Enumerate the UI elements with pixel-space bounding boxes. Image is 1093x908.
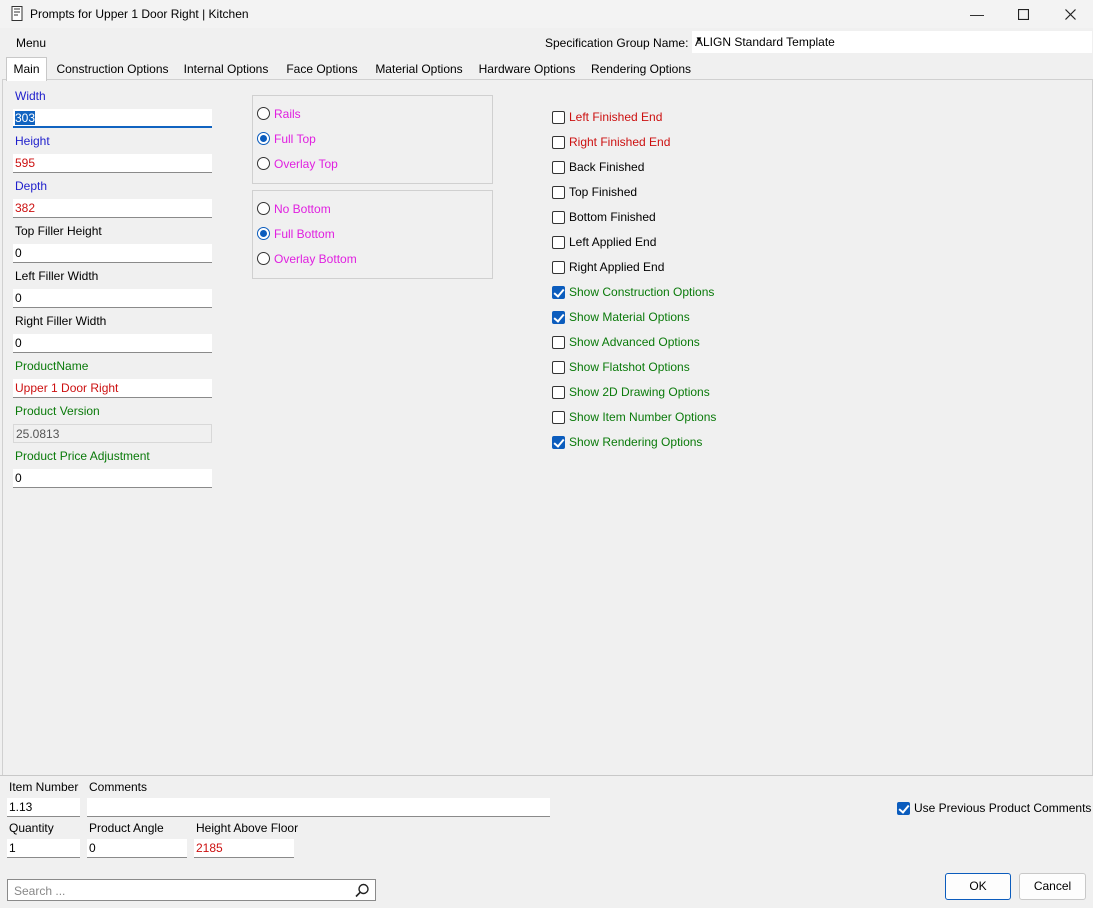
depth-input[interactable]: 382 bbox=[13, 199, 212, 218]
radio-full-top[interactable] bbox=[257, 132, 270, 145]
checkbox-top-finished-label[interactable]: Top Finished bbox=[569, 185, 637, 199]
radio-overlay-top[interactable] bbox=[257, 157, 270, 170]
radio-overlay-bottom[interactable] bbox=[257, 252, 270, 265]
spec-group-select[interactable]: ALIGN Standard Template ▼ bbox=[692, 31, 1092, 53]
checkbox-show-material-options[interactable] bbox=[552, 311, 565, 324]
left-filler-width-input[interactable]: 0 bbox=[13, 289, 212, 308]
width-input[interactable]: 303 bbox=[13, 109, 212, 128]
checkbox-show-item-number-options-label[interactable]: Show Item Number Options bbox=[569, 410, 716, 424]
checkbox-left-finished-end[interactable] bbox=[552, 111, 565, 124]
product-name-label: ProductName bbox=[15, 359, 89, 373]
checkbox-right-finished-end-label[interactable]: Right Finished End bbox=[569, 135, 670, 149]
checkbox-show-rendering-options[interactable] bbox=[552, 436, 565, 449]
right-filler-width-input[interactable]: 0 bbox=[13, 334, 212, 353]
spec-group-label: Specification Group Name: bbox=[545, 36, 689, 50]
app-icon bbox=[11, 6, 23, 21]
radio-overlay-top-label[interactable]: Overlay Top bbox=[274, 157, 338, 171]
minimize-button[interactable]: — bbox=[954, 0, 1000, 28]
radio-full-bottom[interactable] bbox=[257, 227, 270, 240]
checkbox-show-material-options-label[interactable]: Show Material Options bbox=[569, 310, 690, 324]
height-above-floor-label: Height Above Floor bbox=[196, 821, 299, 835]
height-input[interactable]: 595 bbox=[13, 154, 212, 173]
top-filler-height-label: Top Filler Height bbox=[15, 224, 102, 238]
left-filler-width-label: Left Filler Width bbox=[15, 269, 99, 283]
quantity-label: Quantity bbox=[9, 821, 54, 835]
comments-input[interactable] bbox=[87, 798, 550, 817]
radio-rails[interactable] bbox=[257, 107, 270, 120]
height-label: Height bbox=[15, 134, 50, 148]
tab-hardware-options[interactable]: Hardware Options bbox=[476, 60, 578, 79]
bottom-separator bbox=[0, 775, 1093, 776]
product-angle-label: Product Angle bbox=[89, 821, 164, 835]
checkbox-bottom-finished-label[interactable]: Bottom Finished bbox=[569, 210, 656, 224]
menu-item[interactable]: Menu bbox=[16, 36, 46, 50]
radio-overlay-bottom-label[interactable]: Overlay Bottom bbox=[274, 252, 357, 266]
tab-main[interactable]: Main bbox=[6, 57, 47, 81]
checkbox-show-rendering-options-label[interactable]: Show Rendering Options bbox=[569, 435, 702, 449]
checkbox-right-applied-end[interactable] bbox=[552, 261, 565, 274]
width-value: 303 bbox=[15, 111, 36, 125]
checkbox-show-2d-drawing-options[interactable] bbox=[552, 386, 565, 399]
checkbox-show-construction-options[interactable] bbox=[552, 286, 565, 299]
radio-no-bottom[interactable] bbox=[257, 202, 270, 215]
checkbox-back-finished[interactable] bbox=[552, 161, 565, 174]
cancel-button[interactable]: Cancel bbox=[1019, 873, 1086, 900]
top-filler-height-input[interactable]: 0 bbox=[13, 244, 212, 263]
maximize-button[interactable] bbox=[1000, 0, 1046, 28]
maximize-icon bbox=[1017, 8, 1029, 20]
item-number-input[interactable]: 1.13 bbox=[7, 798, 80, 817]
ok-button[interactable]: OK bbox=[945, 873, 1011, 900]
comments-label: Comments bbox=[89, 780, 148, 794]
checkbox-back-finished-label[interactable]: Back Finished bbox=[569, 160, 644, 174]
minimize-icon: — bbox=[970, 6, 984, 22]
radio-full-bottom-label[interactable]: Full Bottom bbox=[274, 227, 335, 241]
checkbox-show-advanced-options-label[interactable]: Show Advanced Options bbox=[569, 335, 700, 349]
tab-rendering-options[interactable]: Rendering Options bbox=[588, 60, 694, 79]
search-icon[interactable] bbox=[355, 883, 370, 898]
tab-face-options[interactable]: Face Options bbox=[282, 60, 362, 79]
use-previous-comments-label[interactable]: Use Previous Product Comments bbox=[914, 801, 1091, 815]
checkbox-bottom-finished[interactable] bbox=[552, 211, 565, 224]
product-price-adjustment-input[interactable]: 0 bbox=[13, 469, 212, 488]
search-input[interactable]: Search ... bbox=[7, 879, 376, 901]
checkbox-left-applied-end-label[interactable]: Left Applied End bbox=[569, 235, 656, 249]
depth-label: Depth bbox=[15, 179, 48, 193]
right-filler-width-label: Right Filler Width bbox=[15, 314, 107, 328]
tab-internal-options[interactable]: Internal Options bbox=[180, 60, 272, 79]
tab-construction-options[interactable]: Construction Options bbox=[52, 60, 173, 79]
checkbox-right-applied-end-label[interactable]: Right Applied End bbox=[569, 260, 664, 274]
window-title: Prompts for Upper 1 Door Right | Kitchen bbox=[30, 7, 249, 21]
checkbox-use-previous-comments[interactable] bbox=[897, 802, 910, 815]
search-placeholder: Search ... bbox=[14, 884, 66, 898]
close-button[interactable] bbox=[1047, 0, 1093, 28]
dropdown-arrow-icon: ▼ bbox=[695, 35, 703, 44]
checkbox-show-item-number-options[interactable] bbox=[552, 411, 565, 424]
checkbox-show-flatshot-options-label[interactable]: Show Flatshot Options bbox=[569, 360, 690, 374]
product-version-label: Product Version bbox=[15, 404, 100, 418]
product-price-adjustment-label: Product Price Adjustment bbox=[15, 449, 150, 463]
checkbox-show-2d-drawing-options-label[interactable]: Show 2D Drawing Options bbox=[569, 385, 710, 399]
width-label: Width bbox=[15, 89, 46, 103]
checkbox-show-advanced-options[interactable] bbox=[552, 336, 565, 349]
checkbox-left-applied-end[interactable] bbox=[552, 236, 565, 249]
checkbox-top-finished[interactable] bbox=[552, 186, 565, 199]
checkbox-right-finished-end[interactable] bbox=[552, 136, 565, 149]
product-version-input: 25.0813 bbox=[13, 424, 212, 443]
product-angle-input[interactable]: 0 bbox=[87, 839, 187, 858]
tab-material-options[interactable]: Material Options bbox=[372, 60, 466, 79]
product-name-input[interactable]: Upper 1 Door Right bbox=[13, 379, 212, 398]
radio-rails-label[interactable]: Rails bbox=[274, 107, 301, 121]
close-icon bbox=[1064, 8, 1076, 20]
quantity-input[interactable]: 1 bbox=[7, 839, 80, 858]
height-above-floor-input[interactable]: 2185 bbox=[194, 839, 294, 858]
checkbox-left-finished-end-label[interactable]: Left Finished End bbox=[569, 110, 662, 124]
item-number-label: Item Number bbox=[9, 780, 79, 794]
radio-full-top-label[interactable]: Full Top bbox=[274, 132, 316, 146]
radio-no-bottom-label[interactable]: No Bottom bbox=[274, 202, 331, 216]
checkbox-show-flatshot-options[interactable] bbox=[552, 361, 565, 374]
checkbox-show-construction-options-label[interactable]: Show Construction Options bbox=[569, 285, 714, 299]
